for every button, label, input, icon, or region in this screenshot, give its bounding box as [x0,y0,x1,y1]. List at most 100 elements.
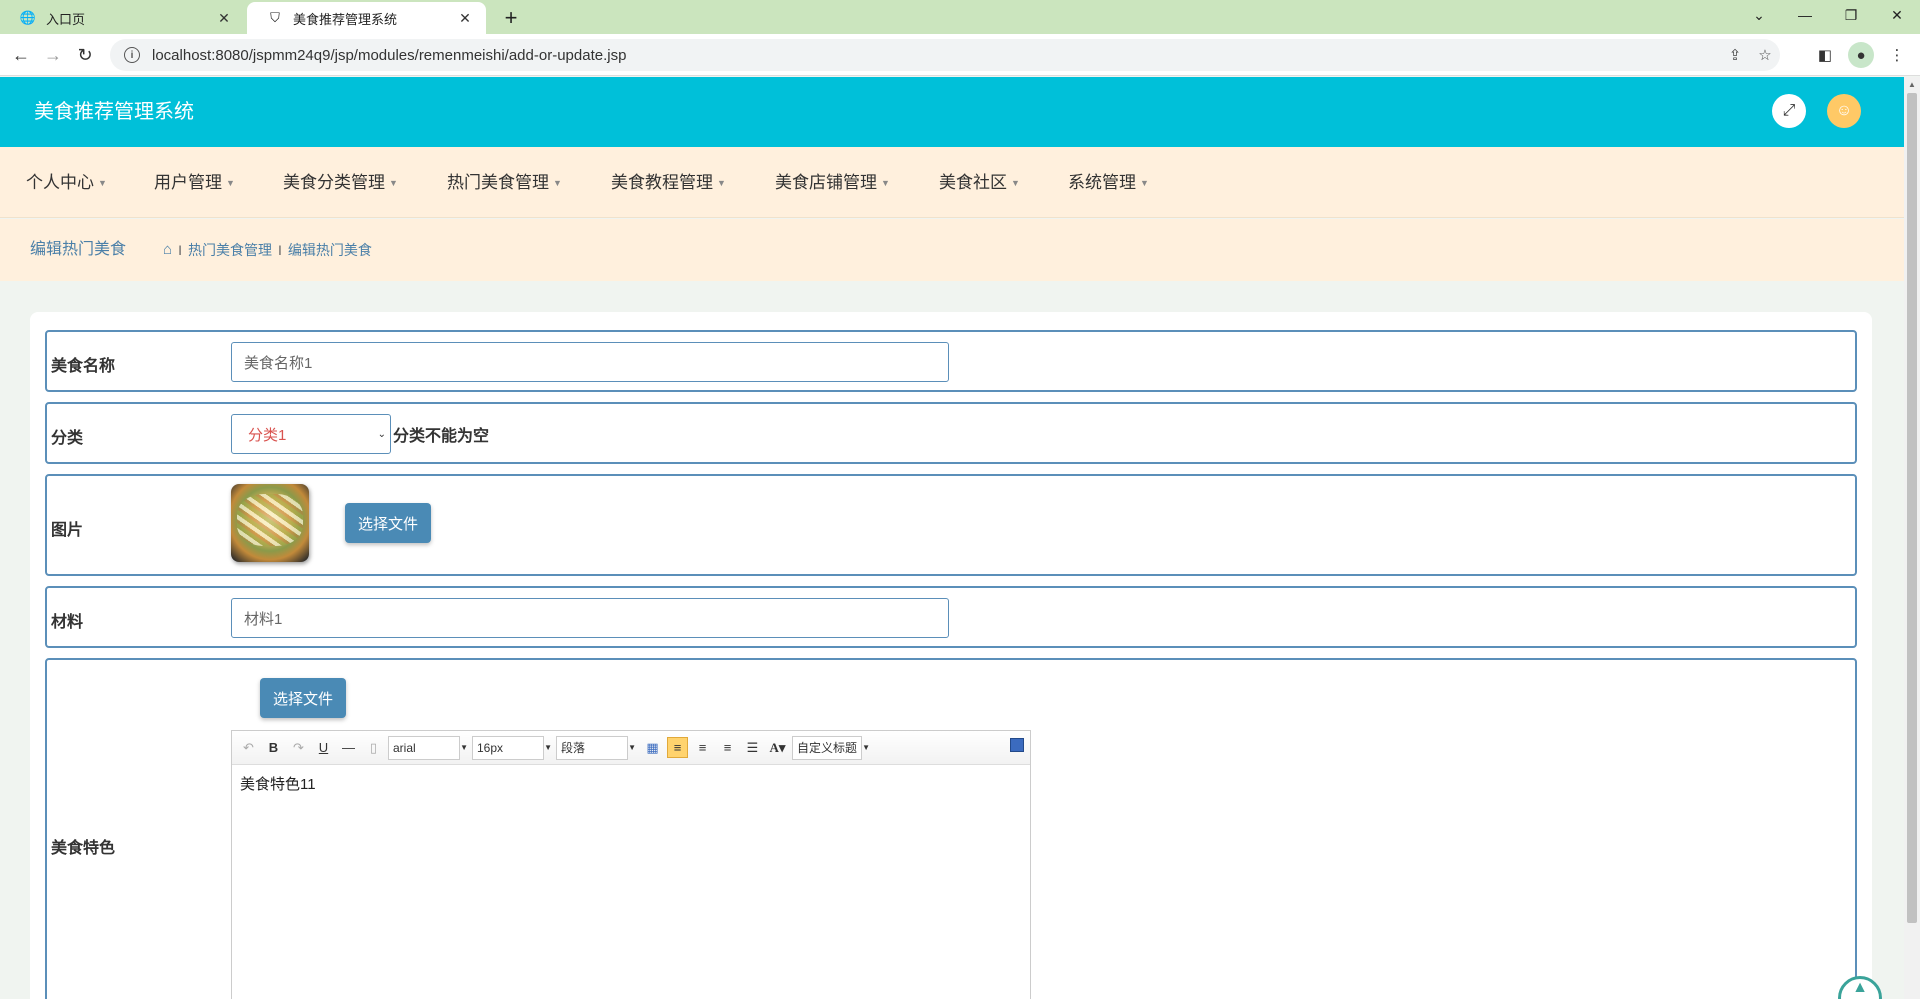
scroll-up-icon[interactable]: ▲ [1908,80,1916,89]
undo-icon[interactable]: ↶ [238,737,259,758]
url-field[interactable]: i localhost:8080/jspmm24q9/jsp/modules/r… [110,39,1780,71]
caret-down-icon: ▼ [553,178,562,189]
breadcrumb-separator: I [178,242,182,258]
form-row-image: 图片 选择文件 [45,474,1857,576]
menu-item-tutorial-management[interactable]: 美食教程管理 ▼ [611,147,726,219]
dropdown-arrow-icon: ▼ [628,743,636,752]
user-avatar-icon[interactable]: ☺ [1827,94,1861,128]
more-menu-icon[interactable]: ⋮ [1884,42,1910,68]
document-icon[interactable]: ▯ [363,737,384,758]
choose-image-file-button[interactable]: 选择文件 [345,503,431,543]
breadcrumb-bar: 编辑热门美食 ⌂ I 热门美食管理 I 编辑热门美食 [0,219,1904,281]
sidepanel-icon[interactable]: ◧ [1812,42,1838,68]
food-thumbnail-image [231,484,309,562]
category-error-message: 分类不能为空 [393,428,490,445]
dropdown-arrow-icon: ▼ [544,743,552,752]
browser-tab-strip: 🌐 入口页 ✕ ⛉ 美食推荐管理系统 ✕ + ⌄ — ❐ ✕ [0,0,1920,34]
category-label: 分类 [51,430,84,447]
align-justify-icon[interactable]: ☰ [742,737,763,758]
home-icon[interactable]: ⌂ [163,219,172,281]
font-family-select[interactable]: arial ▼ [388,735,468,760]
category-selected-value: 分类1 [248,426,287,444]
align-center-icon[interactable]: ≡ [717,737,738,758]
font-size-select[interactable]: 16px ▼ [472,735,552,760]
editor-toolbar: ↶ B ↷ U — ▯ arial ▼ 16px ▼ 段落 ▼ ▦ ≡ ≡ ≡ ☰ A… [232,731,1030,765]
tab-title: 美食推荐管理系统 [293,11,398,27]
share-icon[interactable]: ⇪ [1720,46,1750,64]
feature-label: 美食特色 [51,840,116,857]
page-scrollbar[interactable]: ▲ [1904,77,1920,999]
breadcrumb: ⌂ I 热门美食管理 I 编辑热门美食 [163,219,372,281]
address-bar: ← → ↻ i localhost:8080/jspmm24q9/jsp/mod… [0,34,1920,76]
bold-icon[interactable]: B [263,737,284,758]
browser-tab-app[interactable]: ⛉ 美食推荐管理系统 ✕ [247,2,486,34]
bookmark-star-icon[interactable]: ☆ [1750,46,1780,64]
dropdown-arrow-icon: ▼ [862,743,870,752]
align-left-icon[interactable]: ≡ [667,737,688,758]
caret-down-icon: ▼ [98,178,107,189]
menu-item-category-management[interactable]: 美食分类管理 ▼ [283,147,398,219]
form-row-feature: 美食特色 选择文件 ↶ B ↷ U — ▯ arial ▼ 16px ▼ 段落 ▼ ▦… [45,658,1857,999]
table-icon[interactable]: ▦ [642,737,663,758]
forward-button[interactable]: → [40,42,66,68]
editor-content[interactable]: 美食特色11 [232,765,1030,802]
form-card: 美食名称 美食名称1 分类 分类1 ⌄ 分类不能为空 图片 选择文件 材料 材料… [30,312,1872,999]
breadcrumb-item-edit: 编辑热门美食 [287,242,372,258]
new-tab-button[interactable]: + [497,4,525,32]
close-icon[interactable]: ✕ [456,10,474,27]
profile-avatar-icon[interactable]: ● [1848,42,1874,68]
custom-title-select[interactable]: 自定义标题 ▼ [792,735,870,760]
menu-item-shop-management[interactable]: 美食店铺管理 ▼ [775,147,890,219]
close-window-button[interactable]: ✕ [1874,0,1920,30]
minimize-button[interactable]: — [1782,0,1828,30]
caret-down-icon: ▼ [717,178,726,189]
font-color-icon[interactable]: A▾ [767,737,788,758]
tab-search-icon[interactable]: ⌄ [1736,0,1782,30]
breadcrumb-item-hot-food[interactable]: 热门美食管理 [188,219,272,281]
app-title: 美食推荐管理系统 [34,101,194,123]
shield-icon: ⛉ [270,10,280,25]
url-text: localhost:8080/jspmm24q9/jsp/modules/rem… [152,46,627,64]
redo-icon[interactable]: ↷ [288,737,309,758]
menu-item-system-management[interactable]: 系统管理 ▼ [1068,147,1149,219]
category-select[interactable]: 分类1 ⌄ [231,414,391,454]
chevron-down-icon: ⌄ [377,428,386,440]
tab-title: 入口页 [46,11,86,27]
fullscreen-editor-icon[interactable] [1010,738,1024,752]
horizontal-rule-icon[interactable]: — [338,737,359,758]
browser-tab-entry[interactable]: 🌐 入口页 ✕ [0,2,245,34]
underline-icon[interactable]: U [313,737,334,758]
fullscreen-icon[interactable]: ⤢ [1772,94,1806,128]
menu-item-community[interactable]: 美食社区 ▼ [939,147,1020,219]
app-header: 美食推荐管理系统 ⤢ ☺ [0,77,1904,147]
reload-button[interactable]: ↻ [72,42,98,68]
name-label: 美食名称 [51,358,116,375]
menu-item-personal-center[interactable]: 个人中心 ▼ [26,147,107,219]
choose-feature-file-button[interactable]: 选择文件 [260,678,346,718]
breadcrumb-separator: I [277,242,282,258]
dropdown-arrow-icon: ▼ [460,743,468,752]
material-input[interactable]: 材料1 [231,598,949,638]
main-menu: 个人中心 ▼ 用户管理 ▼ 美食分类管理 ▼ 热门美食管理 ▼ 美食教程管理 ▼ 美食店铺… [0,147,1904,218]
restore-button[interactable]: ❐ [1828,0,1874,30]
menu-item-user-management[interactable]: 用户管理 ▼ [154,147,235,219]
form-row-name: 美食名称 美食名称1 [45,330,1857,392]
window-controls: ⌄ — ❐ ✕ [1736,0,1920,30]
caret-down-icon: ▼ [389,178,398,189]
caret-down-icon: ▼ [881,178,890,189]
scrollbar-thumb[interactable] [1907,93,1917,923]
back-button[interactable]: ← [8,42,34,68]
form-row-category: 分类 分类1 ⌄ 分类不能为空 [45,402,1857,464]
menu-item-hot-food-management[interactable]: 热门美食管理 ▼ [447,147,562,219]
align-right-icon[interactable]: ≡ [692,737,713,758]
material-label: 材料 [51,614,84,631]
rich-text-editor: ↶ B ↷ U — ▯ arial ▼ 16px ▼ 段落 ▼ ▦ ≡ ≡ ≡ ☰ A… [231,730,1031,999]
name-input[interactable]: 美食名称1 [231,342,949,382]
image-label: 图片 [51,522,84,539]
info-icon[interactable]: i [124,47,140,63]
caret-down-icon: ▼ [1011,178,1020,189]
paragraph-select[interactable]: 段落 ▼ [556,735,636,760]
form-row-material: 材料 材料1 [45,586,1857,648]
arrow-up-icon: ▲ [1852,979,1868,996]
close-icon[interactable]: ✕ [215,10,233,27]
